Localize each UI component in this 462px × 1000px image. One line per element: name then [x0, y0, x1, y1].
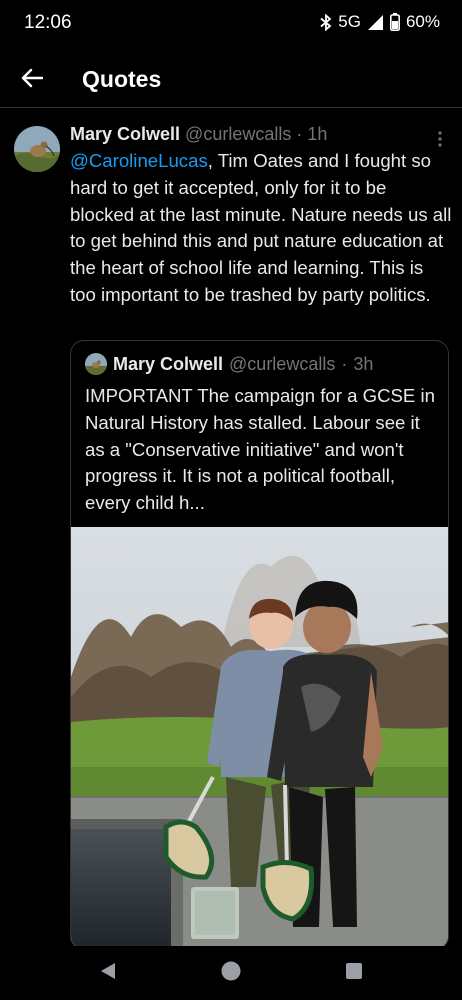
battery-icon [389, 13, 400, 31]
quoted-avatar [85, 353, 107, 375]
back-triangle-icon [99, 961, 117, 986]
page-title: Quotes [82, 66, 162, 92]
author-name[interactable]: Mary Colwell [70, 124, 180, 144]
status-time: 12:06 [24, 12, 72, 33]
nav-back-button[interactable] [95, 960, 121, 986]
author-handle[interactable]: @curlewcalls [185, 124, 291, 144]
tweet-time[interactable]: 1h [307, 124, 327, 144]
status-bar: 12:06 5G 60% [0, 0, 462, 46]
quoted-separator: · [341, 353, 348, 374]
nav-recents-button[interactable] [341, 960, 367, 986]
tweet-text: @CarolineLucas, Tim Oates and I fought s… [70, 148, 454, 309]
recents-square-icon [345, 962, 363, 985]
system-nav-bar [0, 946, 462, 1000]
tweet-body: , Tim Oates and I fought so hard to get … [70, 150, 452, 305]
tweet-header: Mary Colwell @curlewcalls · 1h [70, 124, 440, 145]
back-button[interactable] [16, 64, 48, 96]
more-button[interactable] [432, 128, 448, 150]
status-icons: 5G 60% [320, 12, 440, 32]
home-circle-icon [220, 960, 242, 987]
signal-icon [367, 14, 384, 31]
network-label: 5G [338, 12, 361, 31]
arrow-left-icon [21, 68, 44, 93]
separator: · [296, 124, 303, 144]
bluetooth-icon [320, 13, 332, 31]
quoted-tweet-time: 3h [353, 353, 374, 374]
quoted-tweet-header: Mary Colwell @curlewcalls · 3h [85, 353, 373, 375]
quoted-tweet-photo[interactable] [71, 527, 448, 949]
nav-home-button[interactable] [218, 960, 244, 986]
quoted-author-handle: @curlewcalls [229, 353, 336, 374]
avatar[interactable] [14, 126, 60, 172]
app-header: Quotes [0, 52, 462, 108]
quoted-author-name: Mary Colwell [113, 353, 224, 374]
quoted-tweet-text: IMPORTANT The campaign for a GCSE in Nat… [85, 385, 435, 514]
mention-link[interactable]: @CarolineLucas [70, 150, 208, 171]
battery-level: 60% [405, 12, 440, 31]
quoted-tweet-card[interactable]: Mary Colwell @curlewcalls · 3h IMPORTANT T… [70, 340, 449, 950]
